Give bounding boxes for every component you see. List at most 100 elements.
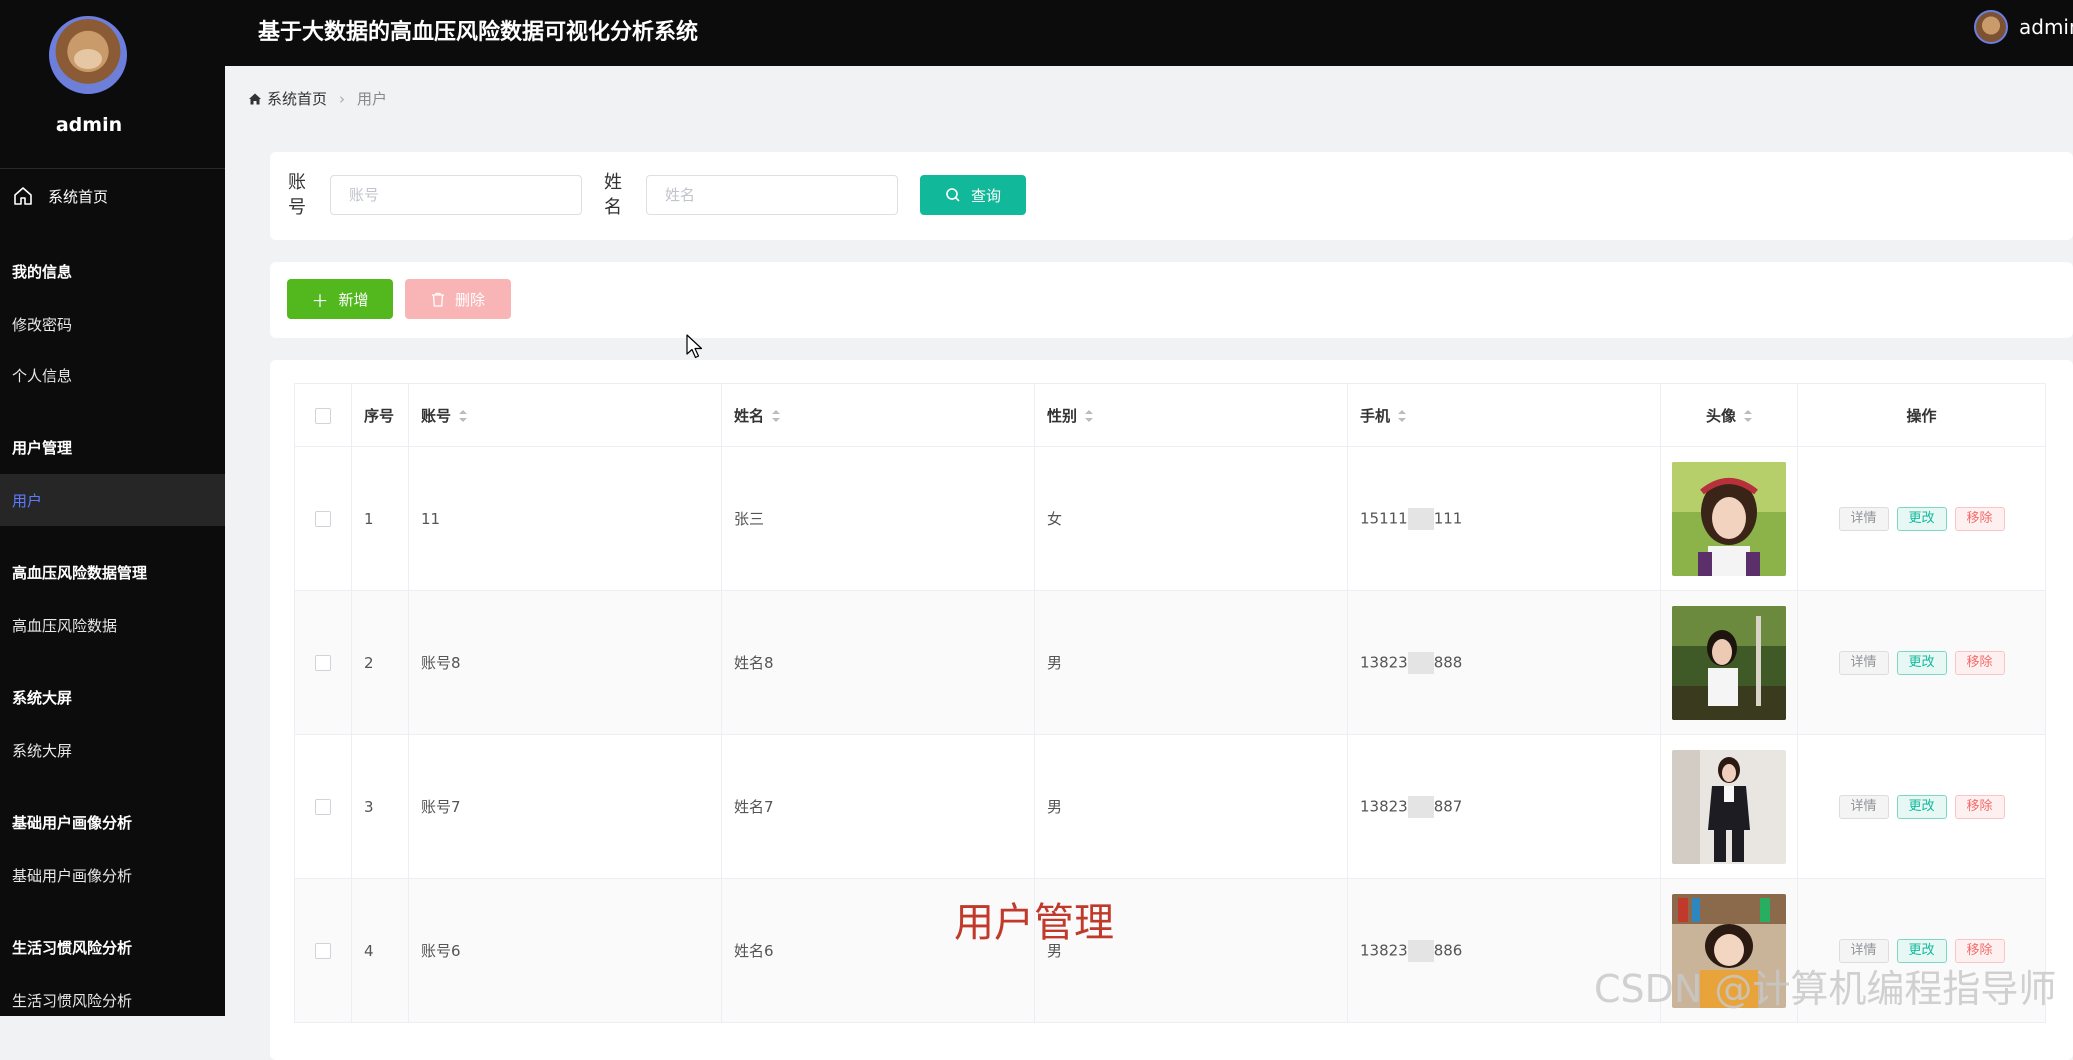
remove-button[interactable]: 移除: [1954, 650, 2005, 675]
sidebar-item-lifestyle-risk-analysis[interactable]: 生活习惯风险分析: [0, 974, 225, 1026]
cell-avatar: [1660, 590, 1798, 735]
edit-button[interactable]: 更改: [1896, 506, 1947, 531]
sidebar-item-label: 用户管理: [12, 438, 73, 457]
home-icon: [249, 93, 261, 104]
cell-avatar: [1660, 446, 1798, 591]
sidebar: admin 系统首页 我的信息 修改密码 个人信息 用户管理 用户 高血压风险数…: [0, 0, 225, 1016]
table-row: 2 账号8 姓名8 男 13823 888 详情 更改 移除: [294, 590, 2046, 735]
column-header-account[interactable]: 账号: [408, 383, 722, 447]
phone-redaction: [1407, 939, 1434, 962]
cell-account: 11: [408, 446, 722, 591]
cell-gender: 男: [1034, 734, 1348, 879]
remove-button[interactable]: 移除: [1954, 794, 2005, 819]
row-checkbox[interactable]: [294, 446, 352, 591]
cell-phone: 13823 888: [1347, 590, 1661, 735]
sidebar-item-dashboard[interactable]: 系统大屏: [0, 724, 225, 776]
column-header-avatar[interactable]: 头像: [1660, 383, 1798, 447]
breadcrumb: 系统首页 › 用户: [248, 88, 387, 109]
cell-name: 姓名8: [721, 590, 1035, 735]
search-icon: [946, 188, 960, 202]
sort-icon[interactable]: [1744, 410, 1752, 422]
sidebar-group-dashboard[interactable]: 系统大屏: [0, 671, 225, 723]
cell-gender: 男: [1034, 590, 1348, 735]
sidebar-item-label: 系统大屏: [12, 741, 73, 760]
account-search-input[interactable]: [330, 175, 582, 215]
cell-index: 1: [351, 446, 409, 591]
cell-gender: 女: [1034, 446, 1348, 591]
chevron-right-icon: ›: [339, 89, 346, 108]
sidebar-item-hypertension-data[interactable]: 高血压风险数据: [0, 599, 225, 651]
plus-icon: ＋: [311, 291, 329, 312]
user-avatar[interactable]: [1974, 10, 2008, 44]
cell-name: 张三: [721, 446, 1035, 591]
column-header-phone[interactable]: 手机: [1347, 383, 1661, 447]
sidebar-item-change-password[interactable]: 修改密码: [0, 298, 225, 350]
edit-button[interactable]: 更改: [1896, 650, 1947, 675]
select-all-checkbox[interactable]: [294, 383, 352, 447]
header-username[interactable]: admin: [2019, 15, 2073, 39]
sidebar-profile: admin: [0, 0, 225, 169]
cell-actions: 详情 更改 移除: [1797, 446, 2046, 591]
add-button[interactable]: ＋ 新增: [287, 279, 393, 319]
remove-button[interactable]: 移除: [1954, 506, 2005, 531]
column-header-name[interactable]: 姓名: [721, 383, 1035, 447]
cell-index: 4: [351, 878, 409, 1023]
avatar[interactable]: [49, 16, 127, 94]
cell-account: 账号6: [408, 878, 722, 1023]
sort-icon[interactable]: [772, 410, 781, 422]
sort-icon[interactable]: [1398, 410, 1407, 422]
breadcrumb-current: 用户: [357, 90, 388, 108]
row-checkbox[interactable]: [294, 878, 352, 1023]
sidebar-item-home[interactable]: 系统首页: [0, 170, 225, 222]
phone-redaction: [1407, 507, 1434, 530]
sidebar-group-lifestyle-risk-analysis[interactable]: 生活习惯风险分析: [0, 921, 225, 973]
query-button[interactable]: 查询: [920, 175, 1026, 215]
detail-button[interactable]: 详情: [1838, 794, 1889, 819]
row-checkbox[interactable]: [294, 590, 352, 735]
sidebar-item-label: 修改密码: [12, 315, 73, 334]
sidebar-item-users[interactable]: 用户: [0, 474, 225, 526]
sort-icon[interactable]: [459, 410, 468, 422]
sidebar-group-hypertension-data[interactable]: 高血压风险数据管理: [0, 546, 225, 598]
system-title: 基于大数据的高血压风险数据可视化分析系统: [258, 20, 699, 45]
sidebar-group-my-info[interactable]: 我的信息: [0, 245, 225, 297]
sort-icon[interactable]: [1085, 410, 1094, 422]
name-label: 姓名: [604, 172, 622, 218]
search-panel: 账号 姓名 查询: [270, 152, 2073, 240]
cell-account: 账号8: [408, 590, 722, 735]
name-search-input[interactable]: [646, 175, 898, 215]
phone-redaction: [1407, 795, 1434, 818]
detail-button[interactable]: 详情: [1838, 650, 1889, 675]
row-checkbox[interactable]: [294, 734, 352, 879]
cell-actions: 详情 更改 移除: [1797, 590, 2046, 735]
watermark: CSDN @计算机编程指导师: [1594, 967, 2057, 1011]
sidebar-item-label: 个人信息: [12, 366, 73, 385]
delete-button[interactable]: 删除: [405, 279, 511, 319]
user-photo[interactable]: [1672, 749, 1786, 864]
cell-index: 3: [351, 734, 409, 879]
sidebar-item-label: 高血压风险数据: [12, 616, 118, 635]
cell-name: 姓名7: [721, 734, 1035, 879]
cell-phone: 13823 887: [1347, 734, 1661, 879]
action-panel: ＋ 新增 删除: [270, 262, 2073, 338]
breadcrumb-home[interactable]: 系统首页: [267, 88, 327, 109]
cell-actions: 详情 更改 移除: [1797, 734, 2046, 879]
sidebar-item-user-profile-analysis[interactable]: 基础用户画像分析: [0, 849, 225, 901]
edit-button[interactable]: 更改: [1896, 794, 1947, 819]
column-header-gender[interactable]: 性别: [1034, 383, 1348, 447]
table-header-row: 序号 账号 姓名 性别 手机 头像 操作: [294, 383, 2046, 447]
user-photo[interactable]: [1672, 605, 1786, 720]
detail-button[interactable]: 详情: [1838, 506, 1889, 531]
sidebar-group-user-profile-analysis[interactable]: 基础用户画像分析: [0, 796, 225, 848]
profile-username: admin: [55, 114, 123, 136]
user-photo[interactable]: [1672, 461, 1786, 576]
sidebar-item-label: 生活习惯风险分析: [12, 938, 133, 957]
account-label: 账号: [288, 172, 306, 218]
sidebar-item-personal-info[interactable]: 个人信息: [0, 349, 225, 401]
sidebar-item-label: 基础用户画像分析: [12, 813, 133, 832]
cell-avatar: [1660, 734, 1798, 879]
column-header-index: 序号: [351, 383, 409, 447]
sidebar-group-user-management[interactable]: 用户管理: [0, 421, 225, 473]
sidebar-item-label: 系统首页: [48, 187, 109, 206]
cell-index: 2: [351, 590, 409, 735]
